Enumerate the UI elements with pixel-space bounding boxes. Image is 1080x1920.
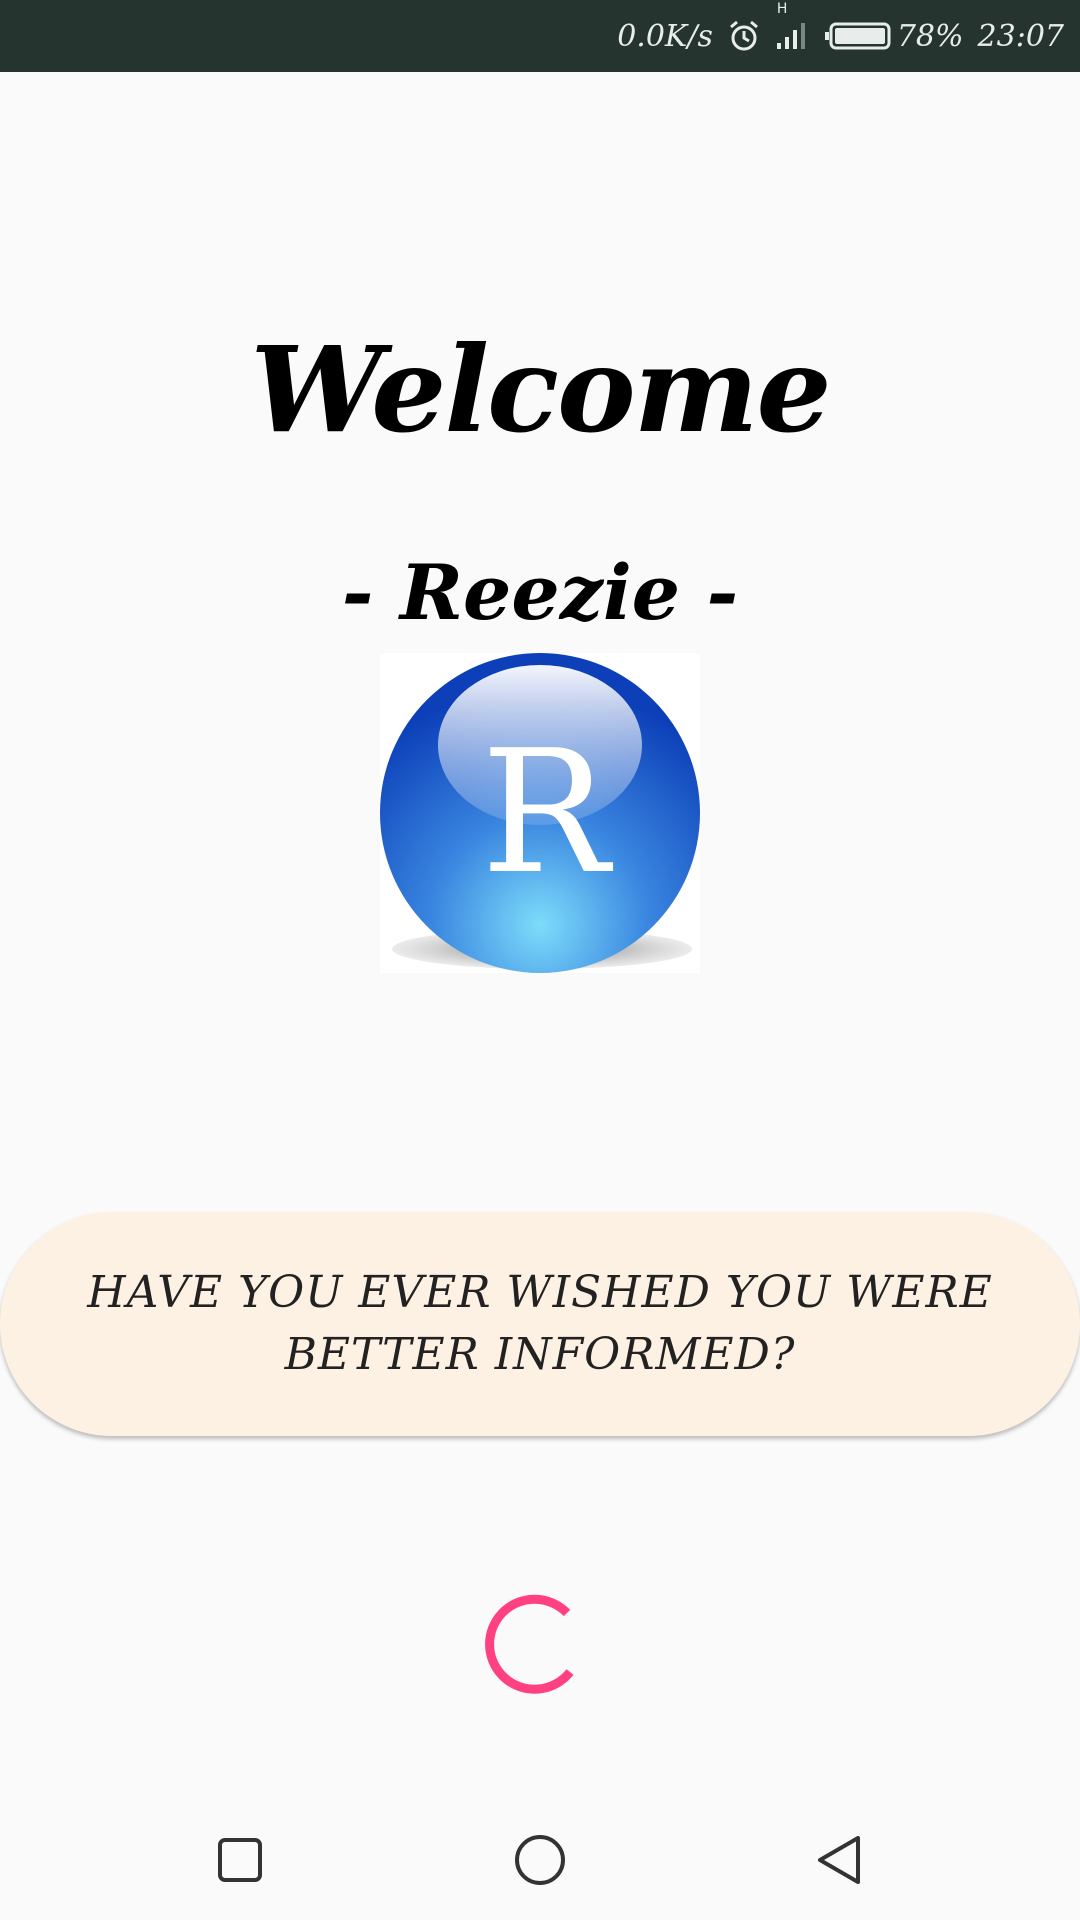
status-bar: 0.0K/s H 78% 23:07 — [0, 0, 1080, 72]
logo-letter: R — [481, 714, 614, 912]
clock: 23:07 — [977, 18, 1064, 54]
app-name: - Reezie - — [341, 548, 739, 637]
back-icon[interactable] — [810, 1830, 870, 1890]
signal-icon: H — [775, 1, 811, 51]
welcome-title: Welcome — [250, 320, 831, 459]
r-sphere-logo: R — [380, 653, 700, 973]
navigation-bar — [0, 1800, 1080, 1920]
tagline-text: HAVE YOU EVER WISHED YOU WERE BETTER INF… — [87, 1267, 993, 1380]
loading-spinner — [472, 1588, 592, 1708]
home-icon[interactable] — [510, 1830, 570, 1890]
net-speed: 0.0K/s — [617, 18, 713, 54]
tagline-card: HAVE YOU EVER WISHED YOU WERE BETTER INF… — [0, 1212, 1080, 1436]
recent-apps-icon[interactable] — [210, 1830, 270, 1890]
battery-percent: 78% — [896, 18, 964, 54]
network-type: H — [776, 1, 788, 17]
battery-icon — [824, 21, 893, 51]
alarm-icon — [727, 19, 761, 53]
